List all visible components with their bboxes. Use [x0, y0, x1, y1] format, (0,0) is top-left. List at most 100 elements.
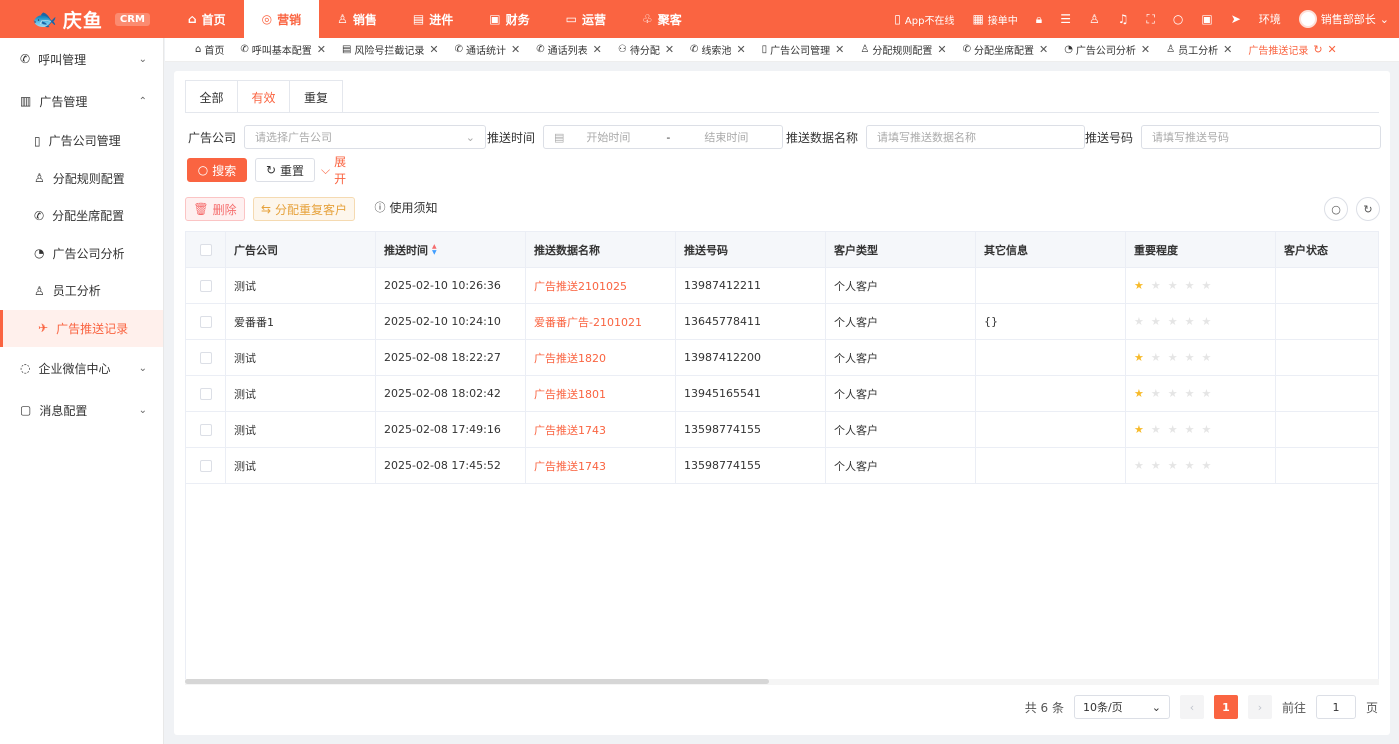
- app-status[interactable]: ▯ App不在线: [894, 12, 954, 27]
- star-icon[interactable]: ★: [1185, 315, 1195, 328]
- star-icon[interactable]: ★: [1134, 387, 1144, 400]
- close-icon[interactable]: ✕: [593, 43, 602, 56]
- checkbox[interactable]: [199, 315, 212, 328]
- star-icon[interactable]: ★: [1134, 423, 1144, 436]
- star-icon[interactable]: ★: [1134, 315, 1144, 328]
- company-select[interactable]: 请选择广告公司 ⌄: [244, 125, 487, 149]
- sidebar-item-3[interactable]: ◔ 广告公司分析: [0, 235, 163, 273]
- row-select-cell[interactable]: [186, 448, 226, 483]
- search-icon[interactable]: ○: [1173, 12, 1183, 26]
- refresh-icon[interactable]: ↻: [1313, 43, 1322, 56]
- page-number-current[interactable]: 1: [1213, 695, 1238, 719]
- page-tab-6[interactable]: ✆ 线索池 ✕: [682, 42, 754, 57]
- importance-rating[interactable]: ★ ★ ★ ★ ★: [1134, 423, 1211, 436]
- page-tab-0[interactable]: ⌂ 首页: [187, 42, 232, 57]
- reset-button[interactable]: ↻ 重置: [255, 158, 315, 182]
- nav-item-6[interactable]: ♧ 聚客: [624, 0, 700, 38]
- dispatch-status[interactable]: ▦ 接单中: [972, 12, 1017, 27]
- prev-page-button[interactable]: ‹: [1179, 695, 1204, 719]
- star-icon[interactable]: ★: [1202, 423, 1212, 436]
- importance-rating[interactable]: ★ ★ ★ ★ ★: [1134, 279, 1211, 292]
- nav-item-1[interactable]: ◎ 营销: [243, 0, 320, 38]
- star-icon[interactable]: ★: [1151, 279, 1161, 292]
- table-refresh-button[interactable]: ↻: [1356, 197, 1380, 221]
- nav-item-2[interactable]: ♙ 销售: [319, 0, 395, 38]
- row-select-cell[interactable]: [186, 268, 226, 303]
- star-icon[interactable]: ★: [1202, 459, 1212, 472]
- menu-icon[interactable]: ☰: [1060, 12, 1071, 26]
- sidebar-group-3[interactable]: ▢ 消息配置 ⌄: [0, 389, 163, 431]
- page-tab-3[interactable]: ✆ 通话统计 ✕: [447, 42, 529, 57]
- sidebar-item-2[interactable]: ✆ 分配坐席配置: [0, 197, 163, 235]
- star-icon[interactable]: ★: [1185, 387, 1195, 400]
- next-page-button[interactable]: ›: [1247, 695, 1272, 719]
- star-icon[interactable]: ★: [1202, 387, 1212, 400]
- star-icon[interactable]: ★: [1185, 279, 1195, 292]
- star-icon[interactable]: ★: [1151, 423, 1161, 436]
- checkbox[interactable]: [199, 243, 212, 256]
- close-icon[interactable]: ✕: [1328, 43, 1337, 56]
- checkbox[interactable]: [199, 387, 212, 400]
- sidebar-item-4[interactable]: ♙ 员工分析: [0, 272, 163, 310]
- status-tab-2[interactable]: 重复: [290, 81, 342, 113]
- close-icon[interactable]: ✕: [429, 43, 438, 56]
- page-tab-1[interactable]: ✆ 呼叫基本配置 ✕: [232, 42, 334, 57]
- status-tab-1[interactable]: 有效: [238, 81, 290, 113]
- nav-item-3[interactable]: ▤ 进件: [395, 0, 471, 38]
- scrollbar-thumb[interactable]: [185, 679, 769, 684]
- page-tab-7[interactable]: ▯ 广告公司管理 ✕: [754, 42, 853, 57]
- importance-rating[interactable]: ★ ★ ★ ★ ★: [1134, 315, 1211, 328]
- checkbox[interactable]: [199, 351, 212, 364]
- fullscreen-icon[interactable]: ⛶: [1146, 12, 1154, 27]
- page-tab-10[interactable]: ◔ 广告公司分析 ✕: [1056, 42, 1158, 57]
- close-icon[interactable]: ✕: [736, 43, 745, 56]
- star-icon[interactable]: ★: [1185, 423, 1195, 436]
- star-icon[interactable]: ★: [1168, 423, 1178, 436]
- sidebar-item-1[interactable]: ♙ 分配规则配置: [0, 160, 163, 198]
- row-select-cell[interactable]: [186, 412, 226, 447]
- sort-icon[interactable]: ▲ ▼: [432, 243, 437, 256]
- star-icon[interactable]: ★: [1168, 315, 1178, 328]
- star-icon[interactable]: ★: [1168, 459, 1178, 472]
- search-button[interactable]: ○ 搜索: [187, 158, 247, 182]
- name-input[interactable]: 请填写推送数据名称: [866, 125, 1086, 149]
- page-tab-4[interactable]: ✆ 通话列表 ✕: [528, 42, 610, 57]
- star-icon[interactable]: ★: [1151, 387, 1161, 400]
- page-tab-2[interactable]: ▤ 风险号拦截记录 ✕: [334, 42, 447, 57]
- user-menu[interactable]: 销售部部长 ⌄: [1298, 10, 1389, 28]
- status-tab-0[interactable]: 全部: [186, 81, 238, 113]
- close-icon[interactable]: ✕: [1223, 43, 1232, 56]
- page-size-select[interactable]: 10条/页 ⌄: [1073, 695, 1170, 719]
- close-icon[interactable]: ✕: [317, 43, 326, 56]
- star-icon[interactable]: ★: [1134, 459, 1144, 472]
- star-icon[interactable]: ★: [1151, 315, 1161, 328]
- close-icon[interactable]: ✕: [937, 43, 946, 56]
- star-icon[interactable]: ★: [1168, 387, 1178, 400]
- page-tab-8[interactable]: ♙ 分配规则配置 ✕: [852, 42, 954, 57]
- cell-value[interactable]: 广告推送1820: [534, 350, 606, 366]
- nav-item-5[interactable]: ▭ 运营: [548, 0, 624, 38]
- send-icon[interactable]: ➤: [1231, 12, 1241, 26]
- horizontal-scrollbar[interactable]: [185, 679, 1379, 685]
- cell-value[interactable]: 广告推送1743: [534, 422, 606, 438]
- star-icon[interactable]: ★: [1185, 459, 1195, 472]
- page-tab-11[interactable]: ♙ 员工分析 ✕: [1158, 42, 1240, 57]
- star-icon[interactable]: ★: [1151, 351, 1161, 364]
- table-search-button[interactable]: ○: [1324, 197, 1348, 221]
- time-range-picker[interactable]: ▤ 开始时间 - 结束时间: [543, 125, 784, 149]
- sidebar-item-0[interactable]: ▯ 广告公司管理: [0, 122, 163, 160]
- logo[interactable]: 🐟 庆鱼 CRM: [0, 6, 170, 33]
- usage-notice[interactable]: ⓘ 使用须知: [374, 195, 438, 219]
- star-icon[interactable]: ★: [1151, 459, 1161, 472]
- sidebar-group-0[interactable]: ✆ 呼叫管理 ⌄: [0, 38, 163, 80]
- expand-toggle[interactable]: ⌵ 展开: [321, 155, 357, 186]
- page-tab-9[interactable]: ✆ 分配坐席配置 ✕: [955, 42, 1057, 57]
- cell-value[interactable]: 广告推送2101025: [534, 278, 627, 294]
- briefcase-icon[interactable]: ▣: [1201, 12, 1212, 26]
- close-icon[interactable]: ✕: [1141, 43, 1150, 56]
- lock-icon[interactable]: 🔒︎: [1036, 12, 1042, 27]
- star-icon[interactable]: ★: [1168, 279, 1178, 292]
- star-icon[interactable]: ★: [1202, 351, 1212, 364]
- sidebar-item-5[interactable]: ✈ 广告推送记录: [0, 309, 163, 347]
- checkbox[interactable]: [199, 423, 212, 436]
